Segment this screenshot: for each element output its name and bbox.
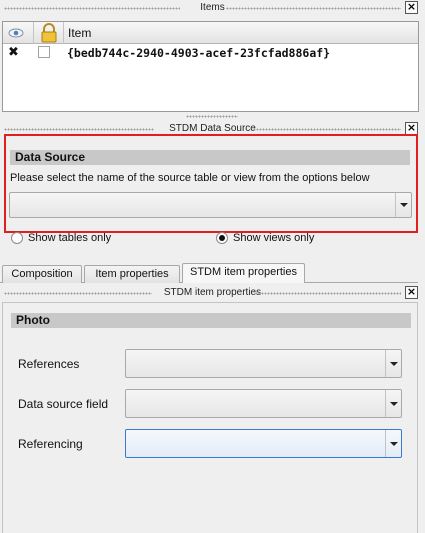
items-dock-close-icon[interactable]: × xyxy=(405,1,418,14)
references-label: References xyxy=(18,357,80,371)
radio-views-label[interactable]: Show views only xyxy=(233,232,314,244)
title-grip-right xyxy=(255,292,401,295)
table-row[interactable]: ✖ {bedb744c-2940-4903-acef-23fcfad886af} xyxy=(3,44,418,62)
referencing-combo[interactable] xyxy=(125,429,402,458)
item-props-panel: Photo References Data source field Refer… xyxy=(2,302,418,533)
radio-tables-label[interactable]: Show tables only xyxy=(28,232,111,244)
data-source-field-combo[interactable] xyxy=(125,389,402,418)
item-name: {bedb744c-2940-4903-acef-23fcfad886af} xyxy=(67,46,331,60)
references-combo[interactable] xyxy=(125,349,402,378)
photo-section-header: Photo xyxy=(11,313,411,328)
data-source-field-label: Data source field xyxy=(18,397,109,411)
item-props-dock-title-bar[interactable]: STDM item properties xyxy=(0,286,425,300)
title-grip-left xyxy=(4,128,154,131)
eye-icon xyxy=(8,28,24,38)
lock-checkbox[interactable] xyxy=(38,46,50,58)
lock-icon xyxy=(41,23,57,43)
title-grip-right xyxy=(253,128,401,131)
column-lock-header[interactable] xyxy=(34,22,64,44)
item-props-dock-close-icon[interactable]: × xyxy=(405,286,418,299)
tab-item-properties[interactable]: Item properties xyxy=(84,265,180,283)
highlight-rectangle xyxy=(4,134,418,233)
column-item-header[interactable]: Item xyxy=(64,22,418,44)
visible-checkbox[interactable]: ✖ xyxy=(8,45,19,60)
splitter-handle[interactable] xyxy=(186,115,238,118)
tab-stdm-item-properties[interactable]: STDM item properties xyxy=(182,263,305,283)
data-source-dock-title: STDM Data Source xyxy=(169,123,256,134)
item-props-dock-title: STDM item properties xyxy=(163,287,262,298)
column-visible-header[interactable] xyxy=(3,22,34,44)
title-grip-right xyxy=(226,7,401,10)
chevron-down-icon[interactable] xyxy=(385,350,401,377)
radio-views-only[interactable] xyxy=(216,232,228,244)
items-table[interactable]: Item ✖ {bedb744c-2940-4903-acef-23fcfad8… xyxy=(2,21,419,112)
title-grip-left xyxy=(4,7,180,10)
title-grip-left xyxy=(4,292,152,295)
chevron-down-icon[interactable] xyxy=(385,430,401,457)
items-dock-title-bar[interactable]: Items xyxy=(0,1,425,15)
tab-composition[interactable]: Composition xyxy=(2,265,82,283)
radio-tables-only[interactable] xyxy=(11,232,23,244)
referencing-label: Referencing xyxy=(18,437,83,451)
items-dock-title: Items xyxy=(200,2,225,13)
chevron-down-icon[interactable] xyxy=(385,390,401,417)
items-table-header: Item xyxy=(3,22,418,44)
